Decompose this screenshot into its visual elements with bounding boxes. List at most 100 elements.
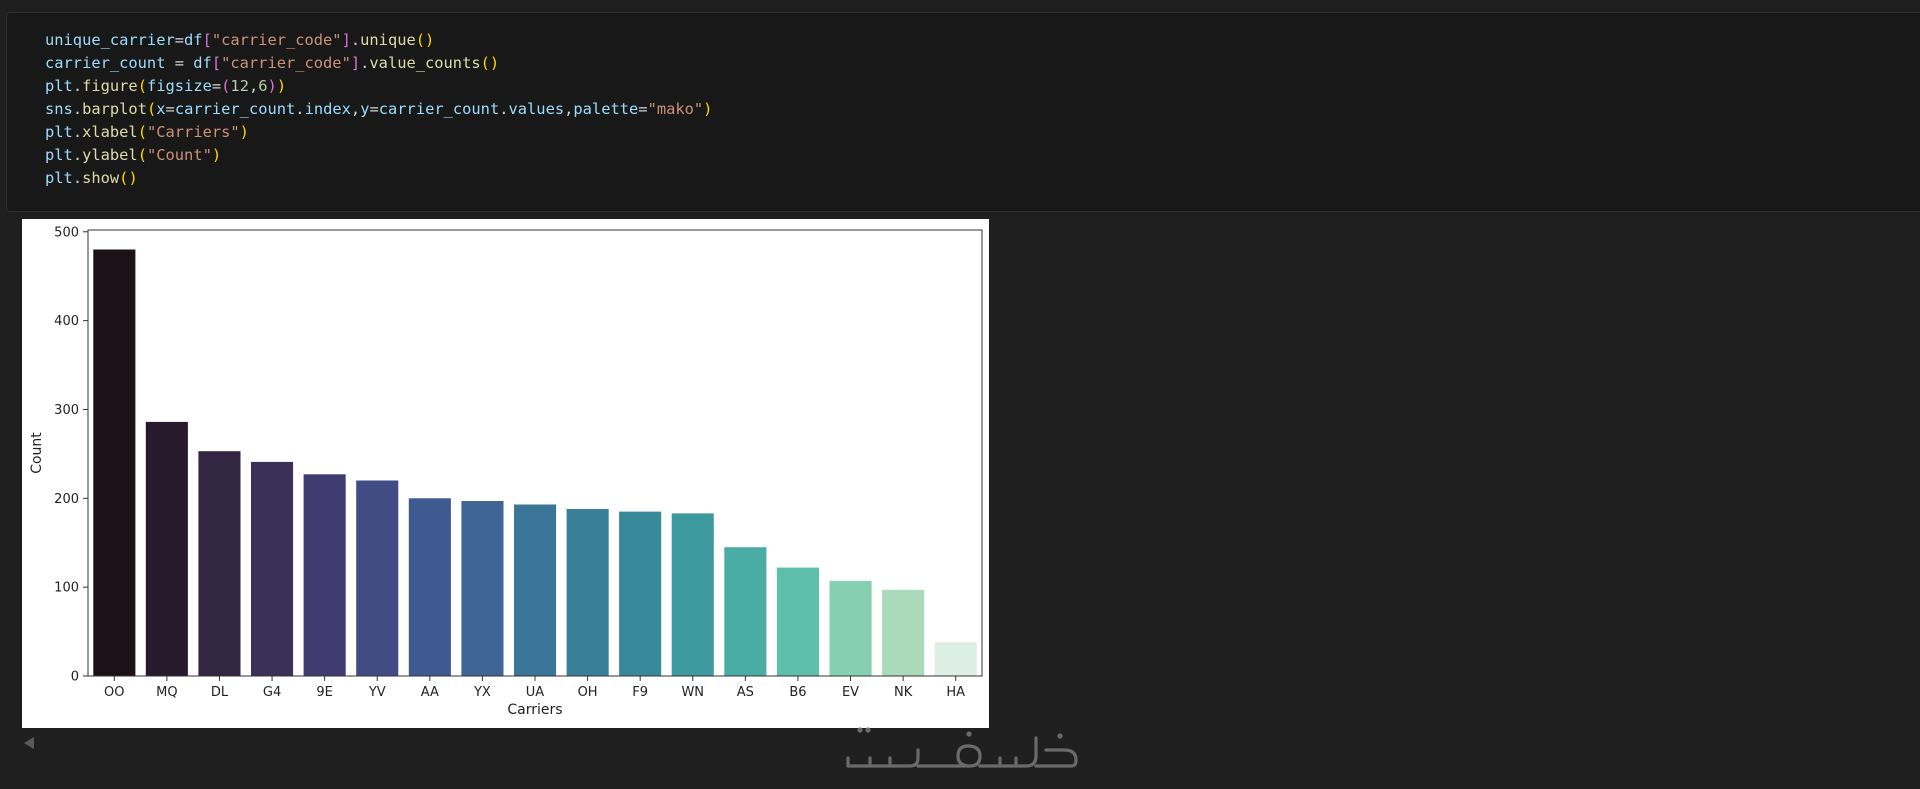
code-token: ,: [248, 77, 259, 95]
code-token: show: [82, 169, 120, 187]
code-token: ,: [350, 100, 361, 118]
code-token: .: [295, 100, 305, 118]
code-token: x: [156, 100, 166, 118]
code-token: figure: [82, 77, 138, 95]
code-token: "carrier_code": [211, 31, 342, 49]
code-token: "Count": [146, 146, 212, 164]
code-token: unique: [360, 31, 416, 49]
code-token: ]: [341, 31, 351, 49]
code-token: (: [137, 77, 147, 95]
bar-MQ: [145, 421, 188, 676]
code-token: .: [72, 77, 83, 95]
code-token: 12: [230, 77, 249, 95]
code-token: carrier_count: [45, 54, 166, 72]
bar-EV: [829, 580, 872, 676]
bar-YV: [356, 480, 399, 676]
code-token: =: [369, 100, 379, 118]
code-token: carrier_count: [378, 100, 500, 118]
x-tick-label: G4: [263, 685, 281, 700]
y-tick-label: 100: [54, 581, 79, 596]
code-token: [: [202, 31, 212, 49]
code-token: =: [165, 100, 175, 118]
bar-chart: 0 100 200 300 400 500 OO MQ DL G4 9E YV AA YX UA OH F9 WN…: [29, 225, 983, 718]
bar-9E: [303, 474, 346, 676]
code-token: df: [184, 31, 203, 49]
code-line[interactable]: plt.xlabel("Carriers"): [45, 121, 712, 144]
x-tick-label: 9E: [316, 685, 333, 700]
triangle-left-icon[interactable]: [22, 735, 36, 751]
code-line[interactable]: plt.figure(figsize=(12,6)): [45, 75, 712, 98]
x-tick-label: MQ: [156, 685, 177, 700]
x-tick-label: AA: [421, 685, 439, 700]
code-cell[interactable]: unique_carrier=df["carrier_code"].unique…: [6, 12, 1920, 212]
y-tick-label: 300: [54, 403, 79, 418]
y-tick-label: 0: [71, 670, 79, 685]
code-token: =: [211, 77, 222, 95]
bar-AS: [724, 547, 767, 676]
bar-AA: [408, 498, 451, 676]
code-token: (): [119, 169, 138, 187]
code-token: plt: [45, 77, 73, 95]
code-token: [: [211, 54, 222, 72]
x-tick-label: HA: [946, 685, 965, 700]
code-token: (: [146, 100, 157, 118]
x-tick-label: OH: [578, 685, 598, 700]
code-line[interactable]: unique_carrier=df["carrier_code"].unique…: [45, 29, 712, 52]
code-editor[interactable]: unique_carrier=df["carrier_code"].unique…: [45, 29, 712, 190]
bar-DL: [198, 451, 241, 676]
code-token: =: [174, 31, 185, 49]
x-tick-label: DL: [211, 685, 229, 700]
code-line[interactable]: sns.barplot(x=carrier_count.index,y=carr…: [45, 98, 712, 121]
notebook-page: unique_carrier=df["carrier_code"].unique…: [0, 0, 1920, 789]
code-token: plt: [45, 146, 73, 164]
code-token: unique_carrier: [45, 31, 175, 49]
code-token: index: [304, 100, 351, 118]
code-token: "carrier_code": [221, 54, 351, 72]
bar-YX: [461, 501, 504, 676]
code-token: 6: [258, 77, 268, 95]
code-line[interactable]: plt.ylabel("Count"): [45, 144, 712, 167]
bar-WN: [671, 513, 714, 676]
x-tick-label: WN: [681, 685, 704, 700]
x-tick-label: YX: [473, 685, 491, 700]
x-tick-label: B6: [789, 685, 806, 700]
code-token: carrier_count: [174, 100, 296, 118]
code-token: ]: [350, 54, 361, 72]
y-axis-label: Count: [29, 432, 45, 474]
code-token: .: [72, 123, 83, 141]
x-axis-label: Carriers: [507, 702, 562, 718]
code-token: (: [137, 123, 147, 141]
toolbar-strip: [0, 0, 1920, 12]
bar-UA: [514, 504, 557, 676]
bar-OH: [566, 509, 609, 676]
code-token: "Carriers": [146, 123, 240, 141]
khamsat-logo: [846, 727, 1078, 768]
bar-HA: [934, 642, 977, 676]
code-token: =: [638, 100, 648, 118]
x-tick-label: NK: [894, 685, 913, 700]
y-tick-label: 200: [54, 492, 79, 507]
code-token: .: [72, 169, 83, 187]
bar-G4: [251, 461, 294, 676]
code-token: .: [72, 100, 83, 118]
code-token: xlabel: [82, 123, 138, 141]
code-line[interactable]: carrier_count = df["carrier_code"].value…: [45, 52, 712, 75]
code-token: .: [360, 54, 370, 72]
code-token: barplot: [82, 100, 147, 118]
y-tick-label: 400: [54, 314, 79, 329]
bar-NK: [882, 589, 925, 676]
code-token: ylabel: [82, 146, 138, 164]
code-token: (): [480, 54, 500, 72]
code-token: ): [703, 100, 713, 118]
x-tick-label: YV: [368, 685, 386, 700]
code-line[interactable]: plt.show(): [45, 167, 712, 190]
code-token: (: [137, 146, 147, 164]
code-token: ): [211, 146, 222, 164]
code-token: "mako": [647, 100, 704, 118]
bar-B6: [776, 567, 819, 676]
code-token: value_counts: [369, 54, 481, 72]
bar-OO: [93, 249, 136, 676]
x-tick-label: UA: [526, 685, 545, 700]
cell-output: 0 100 200 300 400 500 OO MQ DL G4 9E YV AA YX UA OH F9 WN…: [22, 219, 989, 728]
x-tick-label: F9: [632, 685, 648, 700]
